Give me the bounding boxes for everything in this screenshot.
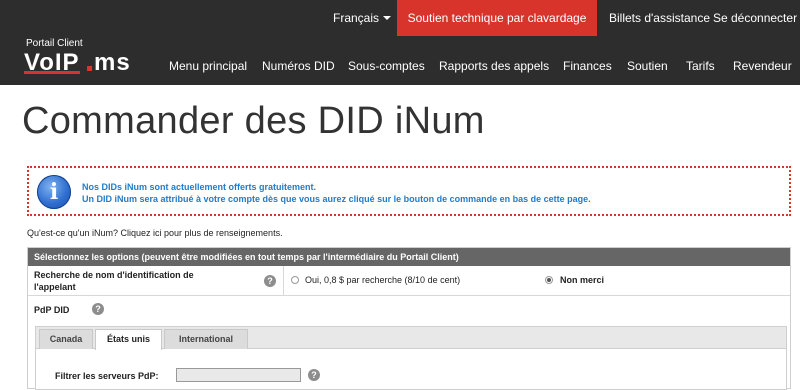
callerid-no-label: Non merci [560, 275, 605, 285]
callerid-row: Recherche de nom d'identification de l'a… [28, 266, 790, 296]
tab-united-states[interactable]: États unis [95, 329, 162, 350]
pop-filter-input[interactable] [176, 368, 301, 382]
nav-item-support[interactable]: Soutien [627, 59, 668, 73]
pop-tabs-panel: Canada États unis International Filtrer … [35, 326, 787, 390]
top-bar: Français Soutien technique par clavardag… [0, 0, 800, 36]
callerid-label-line-2: l'appelant [34, 282, 76, 292]
help-icon[interactable]: ? [264, 275, 276, 287]
notice-line-2: Un DID iNum sera attribué à votre compte… [82, 194, 591, 204]
nav-item-did-numbers[interactable]: Numéros DID [262, 59, 335, 73]
callerid-yes-radio[interactable] [291, 276, 299, 284]
nav-item-subaccounts[interactable]: Sous-comptes [348, 59, 425, 73]
info-icon: i [37, 175, 71, 209]
info-notice: i Nos DIDs iNum sont actuellement offert… [27, 166, 791, 216]
help-icon[interactable]: ? [308, 369, 320, 381]
options-table: Sélectionnez les options (peuvent être m… [27, 247, 791, 390]
nav-item-rates[interactable]: Tarifs [686, 59, 715, 73]
help-icon[interactable]: ? [92, 303, 104, 315]
callerid-no-radio[interactable] [545, 276, 553, 284]
svg-text:ms: ms [94, 49, 131, 75]
callerid-yes-label: Oui, 0,8 $ par recherche (8/10 de cent) [305, 275, 461, 285]
notice-line-1: Nos DIDs iNum sont actuellement offerts … [82, 182, 317, 192]
nav-item-main-menu[interactable]: Menu principal [169, 59, 247, 73]
options-header: Sélectionnez les options (peuvent être m… [28, 248, 790, 266]
language-label: Français [333, 11, 380, 25]
language-selector[interactable]: Français [333, 11, 392, 25]
portal-label: Portail Client [26, 38, 83, 49]
nav-item-finances[interactable]: Finances [563, 59, 612, 73]
logout-link[interactable]: Se déconnecter [713, 11, 797, 25]
nav-item-call-reports[interactable]: Rapports des appels [439, 59, 549, 73]
site-header: Français Soutien technique par clavardag… [0, 0, 800, 85]
pop-label: PdP DID [34, 305, 70, 315]
pop-tabs-strip: Canada États unis International [36, 327, 786, 350]
caret-down-icon [383, 16, 392, 20]
nav-item-reseller[interactable]: Revendeur [733, 59, 792, 73]
tab-canada[interactable]: Canada [39, 329, 93, 349]
column-divider [283, 266, 284, 296]
callerid-label-line-1: Recherche de nom d'identification de [34, 270, 194, 280]
pop-filter-label: Filtrer les serveurs PdP: [55, 371, 159, 381]
page-title: Commander des DID iNum [22, 100, 485, 142]
tab-international[interactable]: International [164, 329, 248, 349]
tickets-link[interactable]: Billets d'assistance [609, 11, 710, 25]
pop-row: PdP DID ? Canada États unis Internationa… [28, 296, 790, 390]
voipms-logo[interactable]: VoIP ms [24, 49, 149, 75]
inum-info-link[interactable]: Qu'est-ce qu'un iNum? Cliquez ici pour p… [27, 228, 283, 238]
chat-support-button[interactable]: Soutien technique par clavardage [397, 0, 597, 36]
